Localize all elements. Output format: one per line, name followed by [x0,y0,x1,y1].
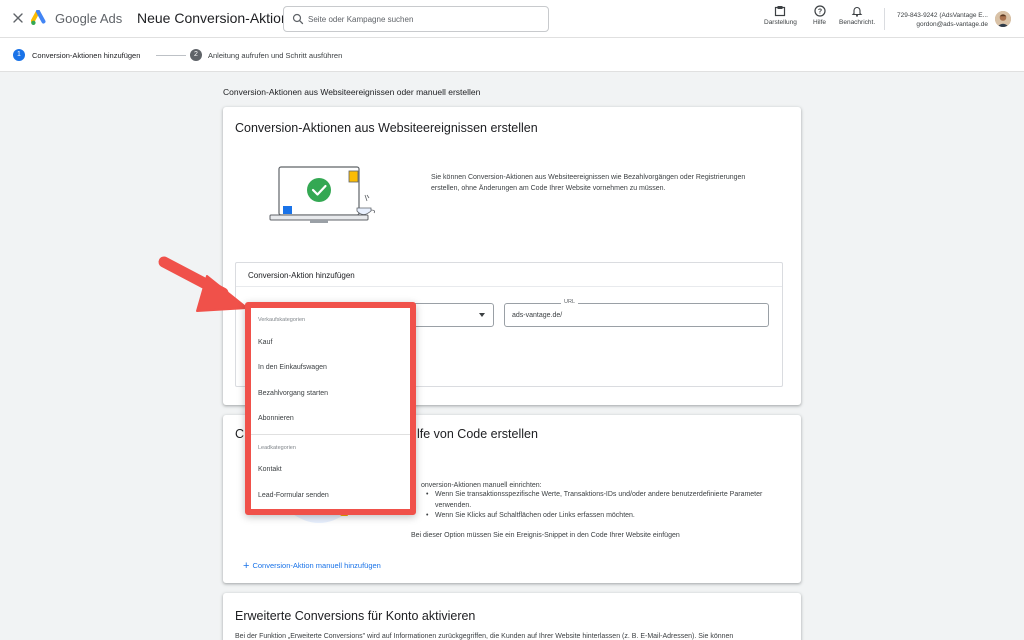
page-title: Neue Conversion-Aktion [137,10,289,26]
plus-icon: + [243,559,250,572]
manual-code-title-end: lfe von Code erstellen [417,427,538,441]
dropdown-item-lead-form[interactable]: Lead-Formular senden [258,492,329,499]
brand-name: Google Ads [55,11,123,26]
stepper: 1 Conversion-Aktionen hinzufügen 2 Anlei… [0,38,1024,72]
step-1-label[interactable]: Conversion-Aktionen hinzufügen [32,51,140,60]
appearance-button[interactable]: Darstellung [764,5,797,26]
help-button[interactable]: ? Hilfe [813,5,826,26]
add-conversion-panel-title: Conversion-Aktion hinzufügen [248,271,355,280]
bullet-item: Wenn Sie Klicks auf Schaltflächen oder L… [421,511,781,522]
appearance-label: Darstellung [764,19,797,26]
dropdown-divider [251,434,410,435]
url-input[interactable]: URL ads-vantage.de/ [504,299,769,327]
add-manual-conversion-link[interactable]: + Conversion-Aktion manuell hinzufügen [243,559,381,572]
url-label: URL [561,299,579,305]
search-input[interactable] [308,11,544,27]
svg-text:?: ? [817,9,821,16]
notifications-label: Benachricht. [839,19,876,26]
add-manual-conversion-label: Conversion-Aktion manuell hinzufügen [252,561,381,570]
step-2-label[interactable]: Anleitung aufrufen und Schritt ausführen [208,51,342,60]
top-bar: Google Ads Neue Conversion-Aktion Darste… [0,0,1024,38]
enhanced-conversions-card: Erweiterte Conversions für Konto aktivie… [223,593,801,640]
dropdown-group-sales: Verkaufskategorien [258,317,306,323]
search-box[interactable] [283,6,549,32]
dropdown-item-add-to-cart[interactable]: In den Einkaufswagen [258,364,327,371]
red-arrow-icon [158,256,248,312]
manual-code-title-start: C [235,427,245,441]
bullet-item: Wenn Sie transaktionsspezifische Werte, … [421,490,781,511]
help-icon: ? [813,5,826,17]
user-avatar-icon [995,11,1011,27]
avatar[interactable] [995,11,1011,27]
notifications-button[interactable]: Benachricht. [839,5,875,26]
toolbar-divider [884,8,885,30]
enhanced-conversions-title: Erweiterte Conversions für Konto aktivie… [235,609,476,623]
add-conversion-panel-header: Conversion-Aktion hinzufügen [236,263,782,287]
enhanced-conversions-text: Bei der Funktion „Erweiterte Conversions… [235,633,734,640]
snippet-note: Bei dieser Option müssen Sie ein Ereigni… [411,532,680,539]
dropdown-group-leads: Leadkategorien [258,445,296,451]
step-1-number: 1 [13,49,25,61]
dropdown-item-contact[interactable]: Kontakt [258,466,282,473]
website-events-description: Sie können Conversion-Aktionen aus Websi… [431,174,746,192]
account-info[interactable]: 729-843-9242 (AdsVantage E... gordon@ads… [888,11,988,29]
dropdown-arrow-icon [479,313,485,317]
dropdown-item-kauf[interactable]: Kauf [258,339,272,346]
step-2-number: 2 [190,49,202,61]
close-icon[interactable] [11,11,25,25]
search-icon [292,13,304,25]
dropdown-item-begin-checkout[interactable]: Bezahlvorgang starten [258,390,328,397]
url-value[interactable]: ads-vantage.de/ [512,312,562,319]
website-illustration-icon [269,166,375,223]
dropdown-item-subscribe[interactable]: Abonnieren [258,415,294,422]
bell-icon [851,7,863,17]
step-connector [156,55,186,56]
manual-code-bullets: Wenn Sie transaktionsspezifische Werte, … [421,490,781,522]
category-dropdown-menu: Verkaufskategorien Kauf In den Einkaufsw… [245,302,416,515]
appearance-icon [775,6,786,17]
section-heading: Conversion-Aktionen aus Websiteereigniss… [223,87,481,97]
google-ads-logo-icon [31,10,46,25]
account-id: 729-843-9242 (AdsVantage E... [897,12,988,19]
website-events-title: Conversion-Aktionen aus Websiteereigniss… [235,121,538,135]
account-email: gordon@ads-vantage.de [916,21,988,28]
help-label: Hilfe [813,19,827,26]
